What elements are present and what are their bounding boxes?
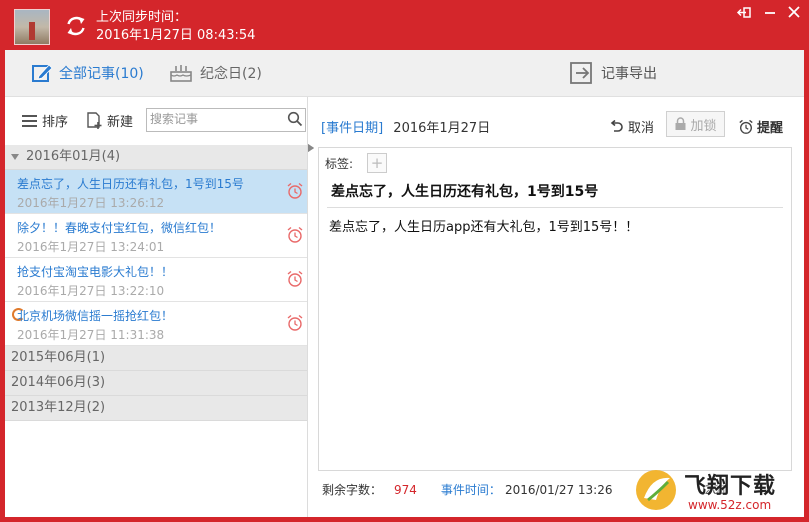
note-title: 除夕！！春晚支付宝红包，微信红包！ — [17, 221, 222, 235]
note-item[interactable]: 抢支付宝淘宝电影大礼包！！ 2016年1月27日 13:22:10 — [5, 258, 307, 302]
remind-label: 提醒 — [757, 121, 784, 136]
note-item[interactable]: 北京机场微信摇一摇抢红包！ 2016年1月27日 11:31:38 — [5, 302, 307, 346]
note-title: 差点忘了，人生日历还有礼包，1号到15号 — [17, 177, 244, 191]
event-date-tag: [事件日期] — [321, 121, 384, 136]
divider — [327, 207, 783, 208]
sync-label: 上次同步时间： — [96, 10, 188, 25]
add-tag-button[interactable]: + — [367, 153, 388, 173]
alarm-icon[interactable] — [286, 226, 304, 244]
alarm-icon[interactable] — [286, 270, 304, 288]
search-input[interactable] — [147, 109, 282, 129]
watermark-url: www.52z.com — [688, 498, 772, 512]
tab-all-notes-label: 全部记事(10) — [59, 66, 144, 82]
new-note-label: 新建 — [107, 115, 134, 130]
new-note-button[interactable]: 新建 — [86, 111, 133, 130]
sort-button[interactable]: 排序 — [22, 111, 68, 130]
detail-toolbar: [事件日期] 2016年1月27日 取消 加锁 提醒 — [308, 97, 804, 147]
edit-icon — [32, 64, 53, 82]
month-group-label: 2016年01月(4) — [26, 149, 121, 164]
event-date[interactable]: [事件日期] 2016年1月27日 — [321, 117, 490, 136]
sort-label: 排序 — [42, 115, 69, 130]
watermark-brand: 飞翔下载 — [684, 474, 777, 499]
cancel-label: 取消 — [628, 121, 655, 136]
title-bar: 上次同步时间： 2016年1月27日 08:43:54 — [0, 0, 809, 50]
new-note-icon — [87, 112, 102, 129]
month-group-label: 2014年06月(3) — [11, 375, 106, 390]
main-panel: 全部记事(10) 纪念日(2) 记事导出 排序 新建 搜索记事 2016年01月… — [5, 50, 804, 517]
alarm-icon[interactable] — [286, 182, 304, 200]
event-time-label: 事件时间： — [440, 483, 501, 497]
tab-anniversary[interactable]: 纪念日(2) — [168, 50, 262, 96]
note-item[interactable]: 差点忘了，人生日历还有礼包，1号到15号 2016年1月27日 13:26:12 — [5, 170, 307, 214]
remaining-count: 974 — [394, 482, 417, 497]
note-content-field[interactable]: 差点忘了，人生日历app还有大礼包，1号到15号！！ — [329, 216, 638, 235]
sync-time: 2016年1月27日 08:43:54 — [96, 28, 256, 43]
note-date: 2016年1月27日 11:31:38 — [17, 328, 165, 342]
month-group[interactable]: 2014年06月(3) — [5, 144, 314, 396]
alarm-clock-icon — [739, 119, 753, 134]
sync-icon[interactable] — [64, 14, 88, 38]
month-group[interactable]: 2013年12月(2) — [5, 144, 314, 421]
note-editor[interactable]: 标签: + 差点忘了，人生日历还有礼包，1号到15号 差点忘了，人生日历app还… — [318, 147, 792, 471]
lock-icon — [675, 117, 686, 130]
remind-button[interactable]: 提醒 — [738, 117, 783, 136]
close-icon[interactable] — [780, 2, 808, 22]
note-date: 2016年1月27日 13:26:12 — [17, 196, 165, 210]
month-group[interactable]: 2015年06月(1) — [5, 144, 314, 371]
cancel-button[interactable]: 取消 — [608, 117, 654, 136]
search-box — [146, 108, 306, 132]
remaining-label: 剩余字数： — [322, 483, 383, 497]
month-group-label: 2013年12月(2) — [11, 400, 106, 415]
note-detail-panel: [事件日期] 2016年1月27日 取消 加锁 提醒 标签: + 差点忘了，人生… — [308, 97, 804, 517]
watermark: 飞翔下载 www.52z.com — [630, 466, 804, 518]
tags-label: 标签: — [325, 156, 354, 171]
expand-arrow-icon — [11, 154, 19, 160]
export-label: 记事导出 — [601, 66, 657, 82]
event-date-value: 2016年1月27日 — [393, 121, 491, 136]
alarm-icon[interactable] — [286, 314, 304, 332]
export-button[interactable]: 记事导出 — [569, 50, 657, 96]
note-title: 抢支付宝淘宝电影大礼包！！ — [17, 265, 174, 279]
undo-icon — [610, 119, 623, 132]
tag-row: 标签: + — [325, 153, 388, 173]
search-icon[interactable] — [287, 111, 303, 127]
tab-all-notes[interactable]: 全部记事(10) — [31, 50, 144, 96]
menu-icon — [22, 114, 37, 127]
month-group-label: 2015年06月(1) — [11, 350, 106, 365]
note-list-panel: 排序 新建 2016年01月(4) — [5, 97, 314, 517]
event-time-value: 2016/01/27 13:26 — [504, 482, 613, 497]
month-group[interactable]: 2016年01月(4) — [5, 145, 307, 170]
tab-bar: 全部记事(10) 纪念日(2) 记事导出 — [5, 50, 804, 97]
export-icon — [570, 62, 592, 84]
avatar[interactable] — [14, 9, 50, 45]
lock-label: 加锁 — [690, 118, 717, 134]
cake-icon — [170, 65, 192, 82]
note-title-field[interactable]: 差点忘了，人生日历还有礼包，1号到15号 — [331, 181, 598, 201]
sync-status: 上次同步时间： 2016年1月27日 08:43:54 — [96, 9, 255, 45]
tab-anniversary-label: 纪念日(2) — [200, 66, 262, 82]
lock-button[interactable]: 加锁 — [666, 111, 725, 137]
note-item[interactable]: 除夕！！春晚支付宝红包，微信红包！ 2016年1月27日 13:24:01 — [5, 214, 307, 258]
watermark-logo-icon — [636, 470, 676, 510]
list-toolbar: 排序 新建 — [5, 97, 307, 145]
note-date: 2016年1月27日 13:22:10 — [17, 284, 165, 298]
note-title: 北京机场微信摇一摇抢红包！ — [17, 309, 174, 323]
note-date: 2016年1月27日 13:24:01 — [17, 240, 165, 254]
